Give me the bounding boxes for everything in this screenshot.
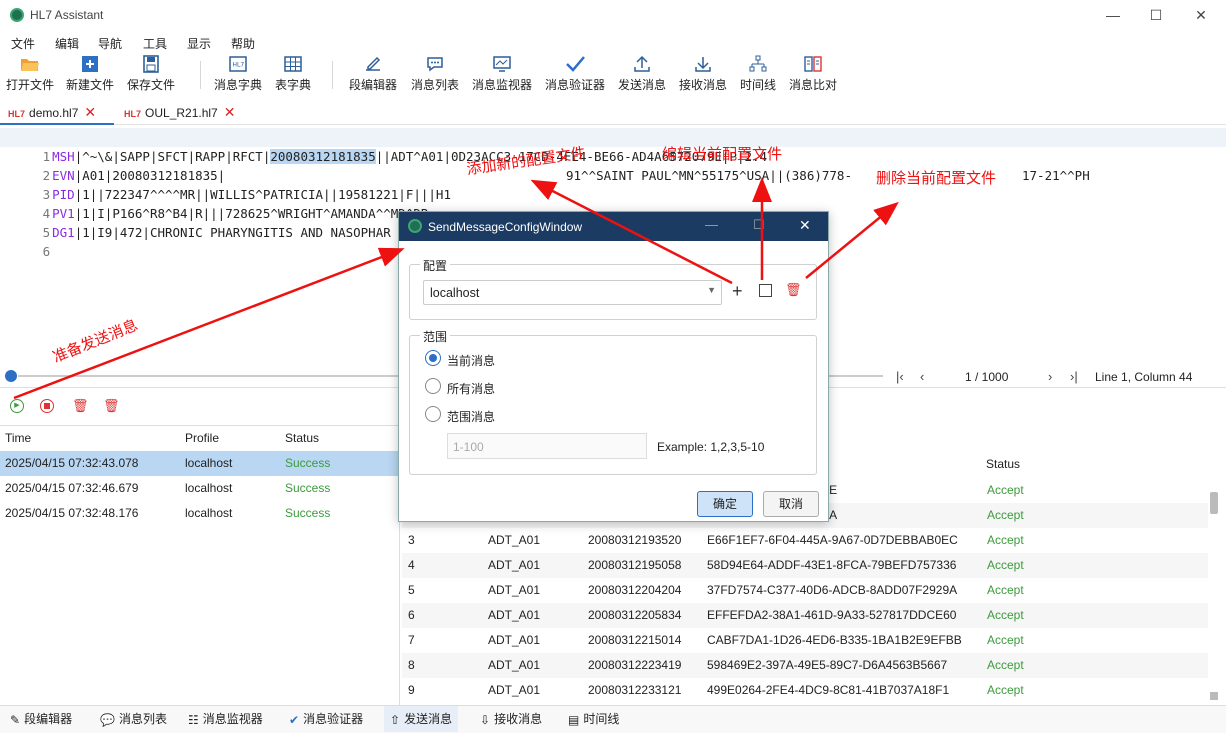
annotation-arrows [13,177,899,400]
annotation-delete-config: 删除当前配置文件 [876,169,997,187]
arrow-send [13,247,405,400]
annotation-edit-config: 编辑当前配置文件 [662,145,783,163]
arrow-add [530,179,733,285]
arrow-delete [805,201,899,279]
